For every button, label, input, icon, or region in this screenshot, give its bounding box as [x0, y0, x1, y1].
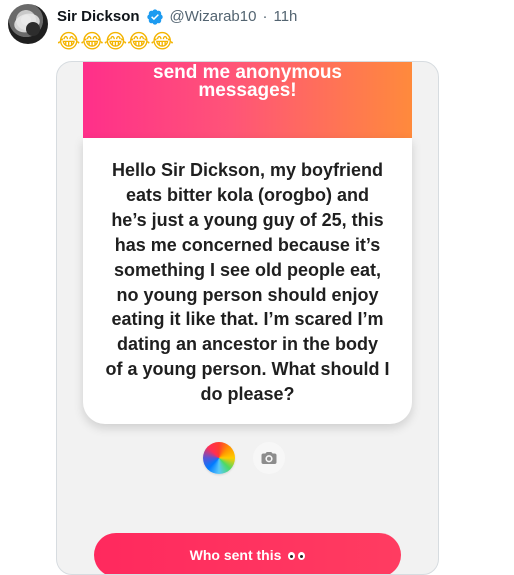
tool-row: [57, 440, 438, 480]
anonymous-message-text: Hello Sir Dickson, my boyfriend eats bit…: [105, 160, 390, 405]
attached-screenshot[interactable]: send me anonymous messages! Hello Sir Di…: [56, 61, 439, 575]
who-sent-this-button[interactable]: Who sent this: [94, 533, 401, 574]
post-time[interactable]: 11h: [273, 7, 297, 27]
eye-left-icon: [288, 552, 296, 560]
user-handle[interactable]: @Wizarab10: [170, 7, 257, 27]
emoji-reaction-text: 😂😂😂😂😂: [57, 31, 174, 53]
eye-right-icon: [298, 552, 306, 560]
color-wheel-icon[interactable]: [203, 442, 235, 474]
avatar[interactable]: [8, 4, 48, 44]
camera-button[interactable]: [253, 442, 285, 474]
separator-dot: ·: [262, 8, 268, 25]
message-card: Hello Sir Dickson, my boyfriend eats bit…: [83, 138, 412, 424]
eyes-icon: [288, 552, 306, 560]
display-name[interactable]: Sir Dickson: [57, 7, 140, 27]
camera-icon: [261, 452, 277, 464]
verified-badge-icon: [146, 9, 163, 25]
banner-heading: send me anonymous messages!: [83, 62, 412, 138]
who-sent-this-label: Who sent this: [189, 547, 282, 563]
banner-line-2: messages!: [198, 80, 297, 101]
tweet-header: Sir Dickson @Wizarab10 · 11h: [57, 7, 297, 27]
tweet: Sir Dickson @Wizarab10 · 11h 😂😂😂😂😂 send …: [0, 0, 514, 575]
